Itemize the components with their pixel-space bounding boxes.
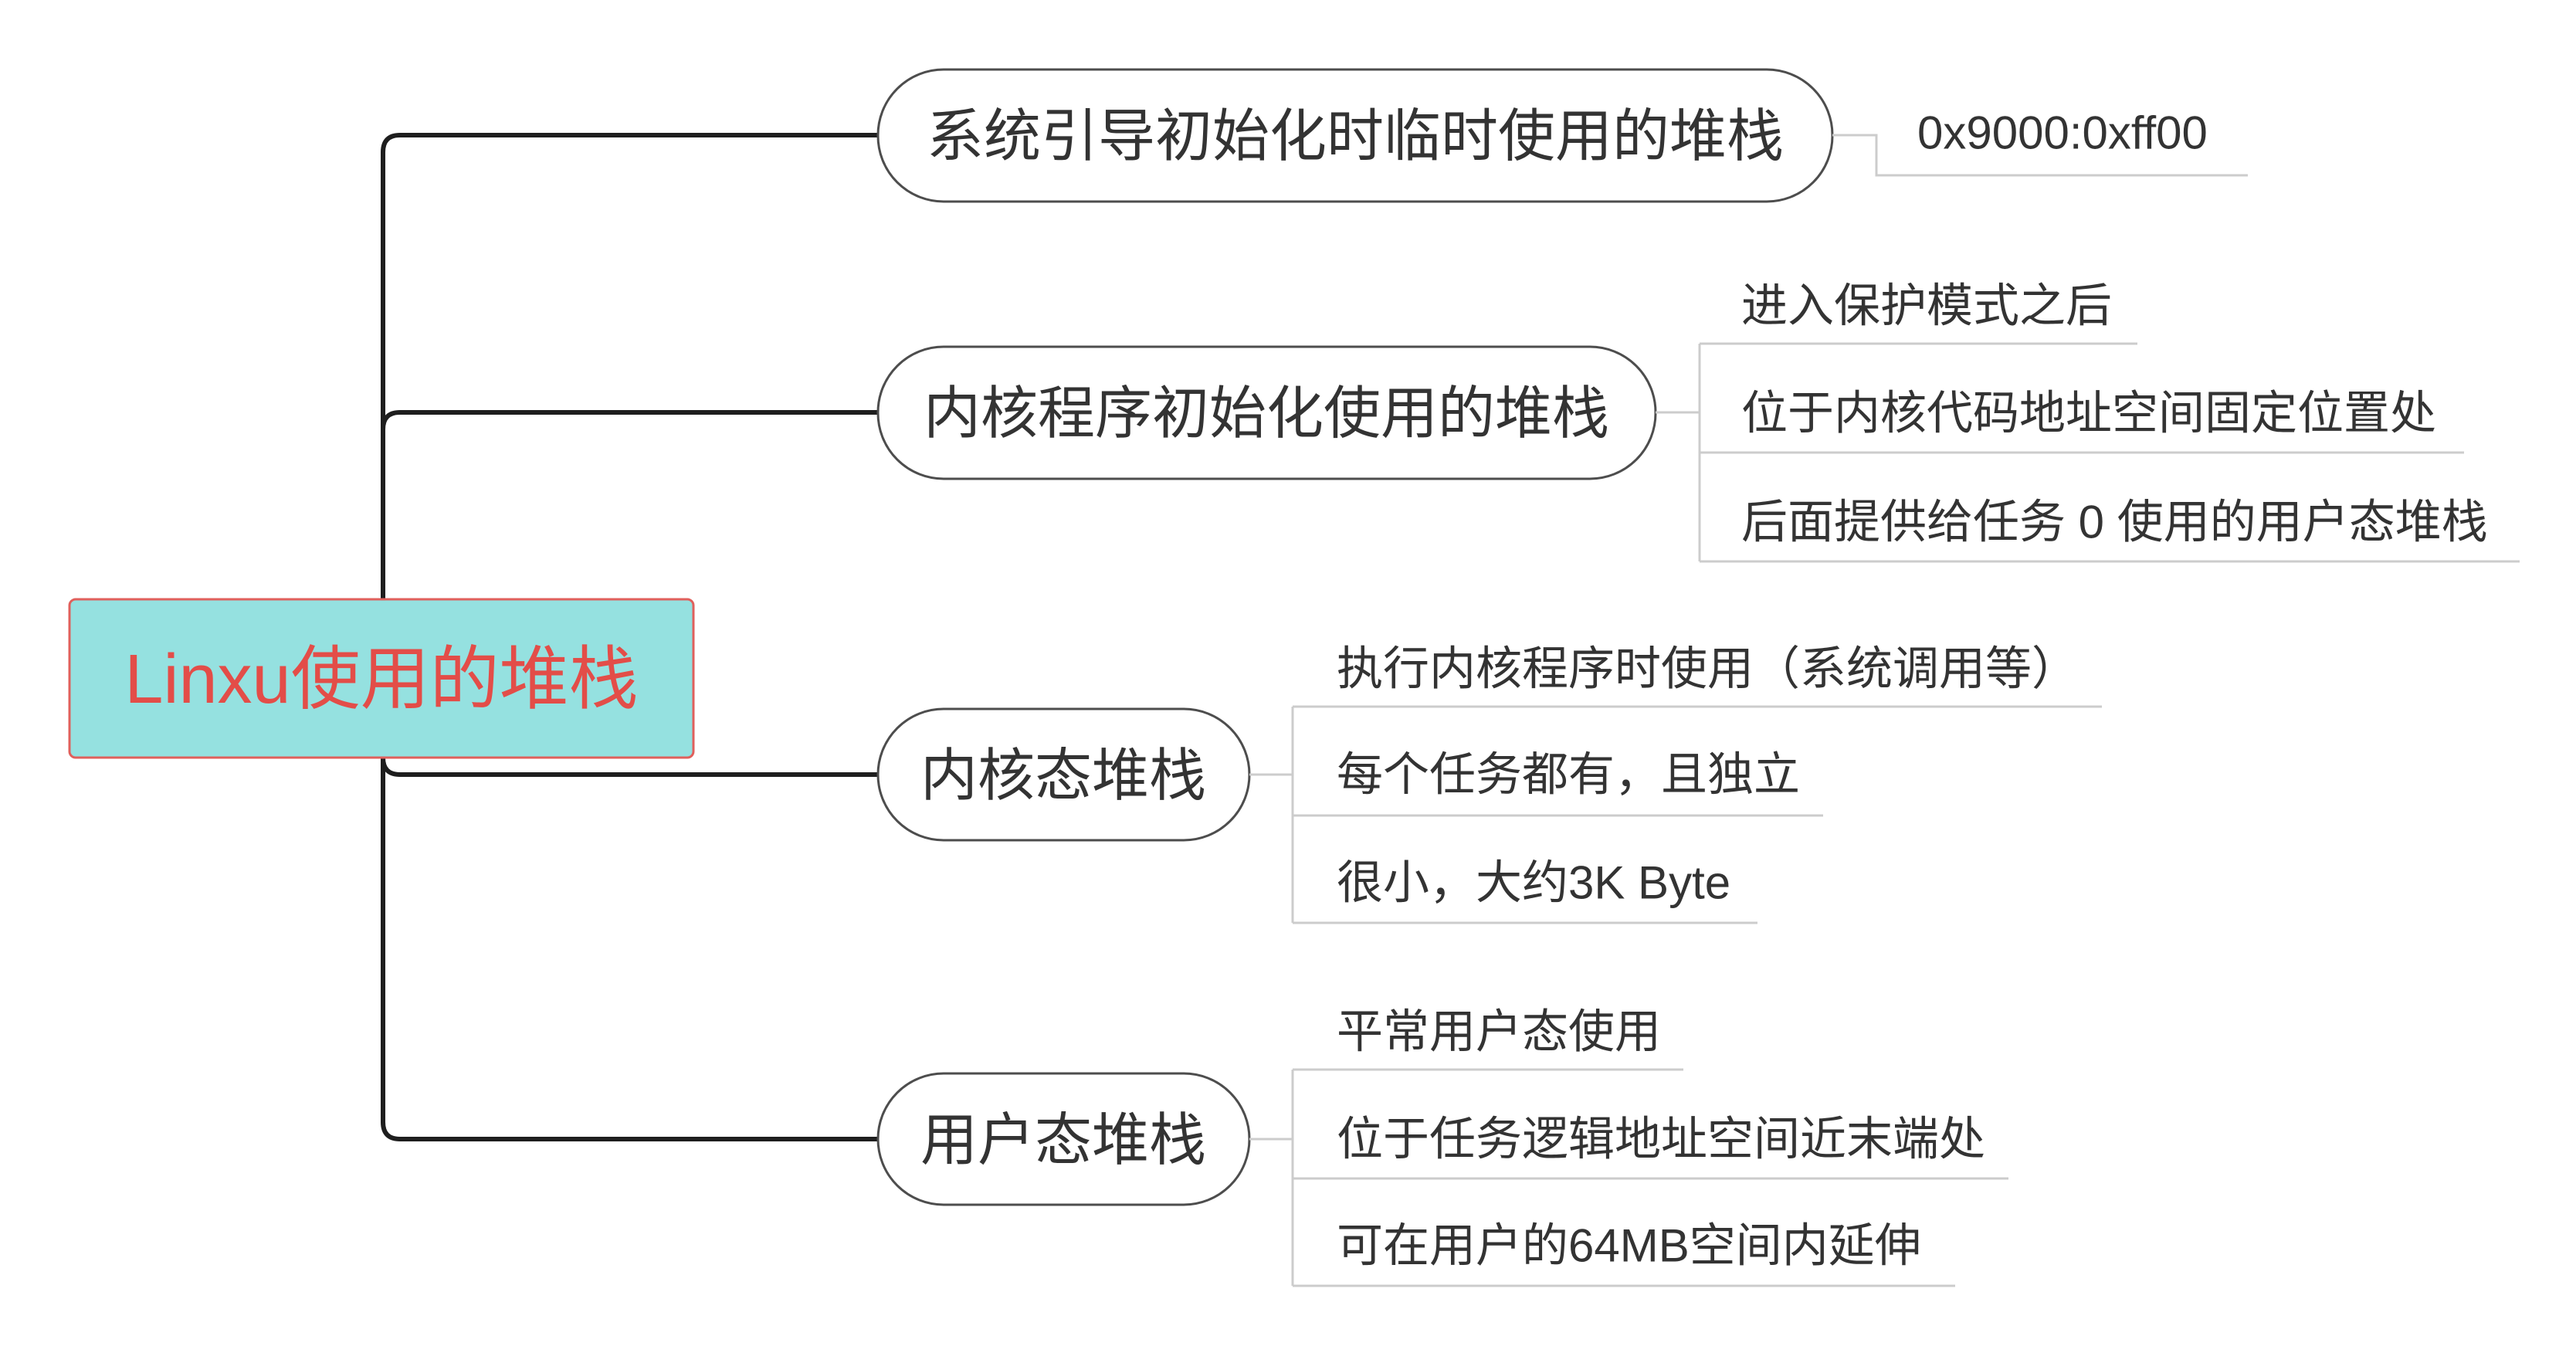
root-label: Linxu使用的堆栈	[124, 641, 638, 718]
branch-1-label: 系统引导初始化时临时使用的堆栈	[927, 104, 1784, 168]
mind-map: Linxu使用的堆栈 系统引导初始化时临时使用的堆栈 0x9000:0xff00…	[68, 68, 2520, 1287]
root-node: Linxu使用的堆栈	[68, 598, 695, 759]
connector-branch-4	[381, 755, 880, 1141]
branch-3-leaf-1: 执行内核程序时使用（系统调用等）	[1337, 643, 2078, 695]
branch-2-label: 内核程序初始化使用的堆栈	[924, 381, 1609, 446]
branch-2-leaf-2: 位于内核代码地址空间固定位置处	[1741, 388, 2436, 439]
branch-3-label: 内核态堆栈	[920, 744, 1206, 808]
branch-2-leaf-3: 后面提供给任务 0 使用的用户态堆栈	[1741, 497, 2488, 548]
connector-branch-1	[381, 133, 880, 602]
branch-3: 内核态堆栈 执行内核程序时使用（系统调用等） 每个任务都有，且独立 很小，大约3…	[876, 643, 2102, 924]
connector-branch-3	[381, 755, 880, 777]
branch-4-leaf-2: 位于任务逻辑地址空间近末端处	[1337, 1114, 1985, 1165]
branch-3-leaf-3: 很小，大约3K Byte	[1337, 857, 1730, 909]
branch-2: 内核程序初始化使用的堆栈 进入保护模式之后 位于内核代码地址空间固定位置处 后面…	[876, 280, 2520, 563]
branch-4: 用户态堆栈 平常用户态使用 位于任务逻辑地址空间近末端处 可在用户的64MB空间…	[876, 1006, 2008, 1287]
branch-1-leaf-1: 0x9000:0xff00	[1917, 107, 2208, 159]
connector-branch-2	[381, 410, 880, 602]
branch-3-leaf-2: 每个任务都有，且独立	[1337, 749, 1800, 801]
branch-4-leaf-1: 平常用户态使用	[1337, 1006, 1661, 1058]
branch-4-label: 用户态堆栈	[920, 1108, 1206, 1172]
branch-1: 系统引导初始化时临时使用的堆栈 0x9000:0xff00	[876, 68, 2248, 203]
branch-2-leaf-1: 进入保护模式之后	[1741, 280, 2112, 332]
branch-4-leaf-3: 可在用户的64MB空间内延伸	[1337, 1220, 1921, 1272]
